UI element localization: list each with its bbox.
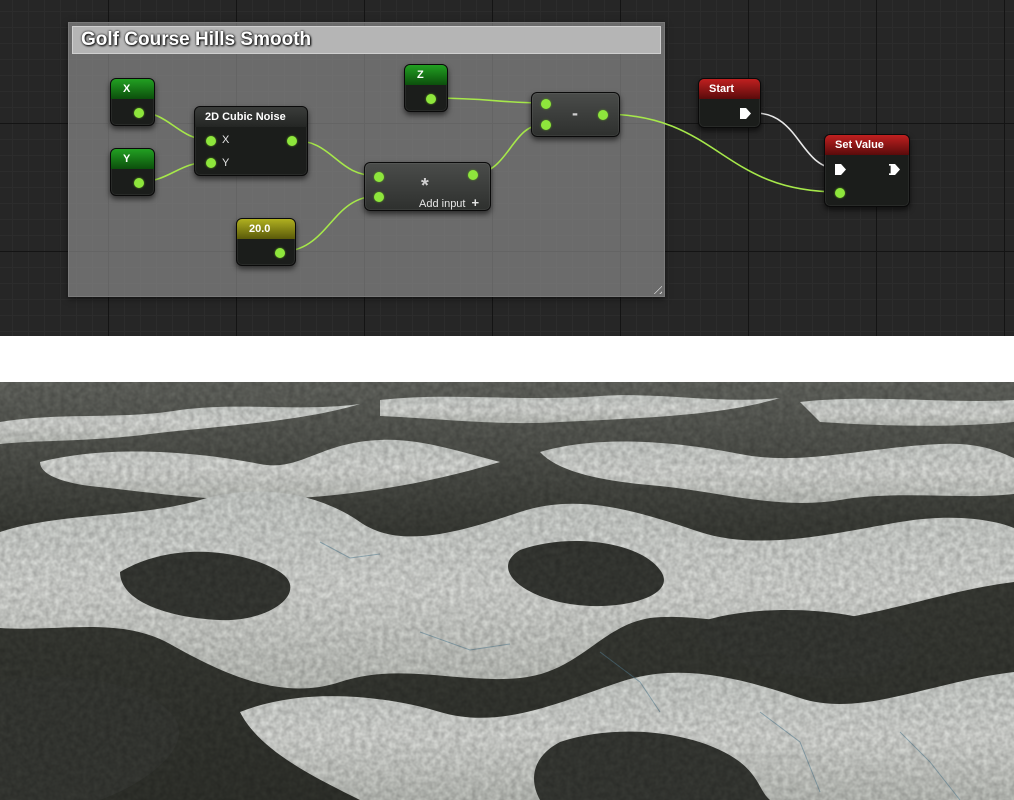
add-input-button[interactable]: Add input + xyxy=(419,195,479,210)
node-constant-title: 20.0 xyxy=(237,219,295,239)
node-y[interactable]: Y xyxy=(110,148,155,196)
comment-box[interactable]: Golf Course Hills Smooth xyxy=(68,22,665,297)
add-input-label: Add input xyxy=(419,198,466,210)
node-noise-title: 2D Cubic Noise xyxy=(195,107,307,127)
node-set-value[interactable]: Set Value xyxy=(824,134,910,207)
setvalue-value-input-pin[interactable] xyxy=(835,188,845,198)
noise-input-x-pin[interactable] xyxy=(206,136,216,146)
start-exec-out-icon[interactable] xyxy=(740,108,751,119)
noise-input-y-pin[interactable] xyxy=(206,158,216,168)
terrain-render-image xyxy=(0,382,1014,800)
noise-input-x-label: X xyxy=(222,134,230,146)
node-z[interactable]: Z xyxy=(404,64,448,112)
noise-input-y-label: Y xyxy=(222,157,230,169)
node-subtract[interactable]: - xyxy=(531,92,620,137)
node-start-title: Start xyxy=(699,79,760,99)
terrain-render-svg xyxy=(0,382,1014,800)
node-x-output-pin[interactable] xyxy=(134,108,144,118)
multiply-input-a-pin[interactable] xyxy=(374,172,384,182)
noise-output-pin[interactable] xyxy=(287,136,297,146)
setvalue-exec-out-icon[interactable] xyxy=(889,164,900,175)
node-z-output-pin[interactable] xyxy=(426,94,436,104)
node-set-value-title: Set Value xyxy=(825,135,909,155)
multiply-output-pin[interactable] xyxy=(468,170,478,180)
node-start[interactable]: Start xyxy=(698,78,761,128)
node-constant[interactable]: 20.0 xyxy=(236,218,296,266)
node-multiply[interactable]: * Add input + xyxy=(364,162,491,211)
graph-editor-canvas[interactable]: Golf Course Hills Smooth X Y 2D Cubic No… xyxy=(0,0,1014,336)
multiply-input-b-pin[interactable] xyxy=(374,192,384,202)
subtract-input-a-pin[interactable] xyxy=(541,99,551,109)
node-x[interactable]: X xyxy=(110,78,155,126)
setvalue-exec-in-icon[interactable] xyxy=(835,164,846,175)
comment-title[interactable]: Golf Course Hills Smooth xyxy=(72,26,661,54)
node-2d-cubic-noise[interactable]: 2D Cubic Noise X Y xyxy=(194,106,308,176)
subtract-input-b-pin[interactable] xyxy=(541,120,551,130)
node-z-title: Z xyxy=(405,65,447,85)
constant-output-pin[interactable] xyxy=(275,248,285,258)
subtract-output-pin[interactable] xyxy=(598,110,608,120)
subtract-symbol: - xyxy=(572,103,578,123)
add-plus-icon: + xyxy=(471,195,480,210)
node-x-title: X xyxy=(111,79,154,99)
node-y-title: Y xyxy=(111,149,154,169)
resize-handle-icon[interactable] xyxy=(650,282,662,294)
node-y-output-pin[interactable] xyxy=(134,178,144,188)
